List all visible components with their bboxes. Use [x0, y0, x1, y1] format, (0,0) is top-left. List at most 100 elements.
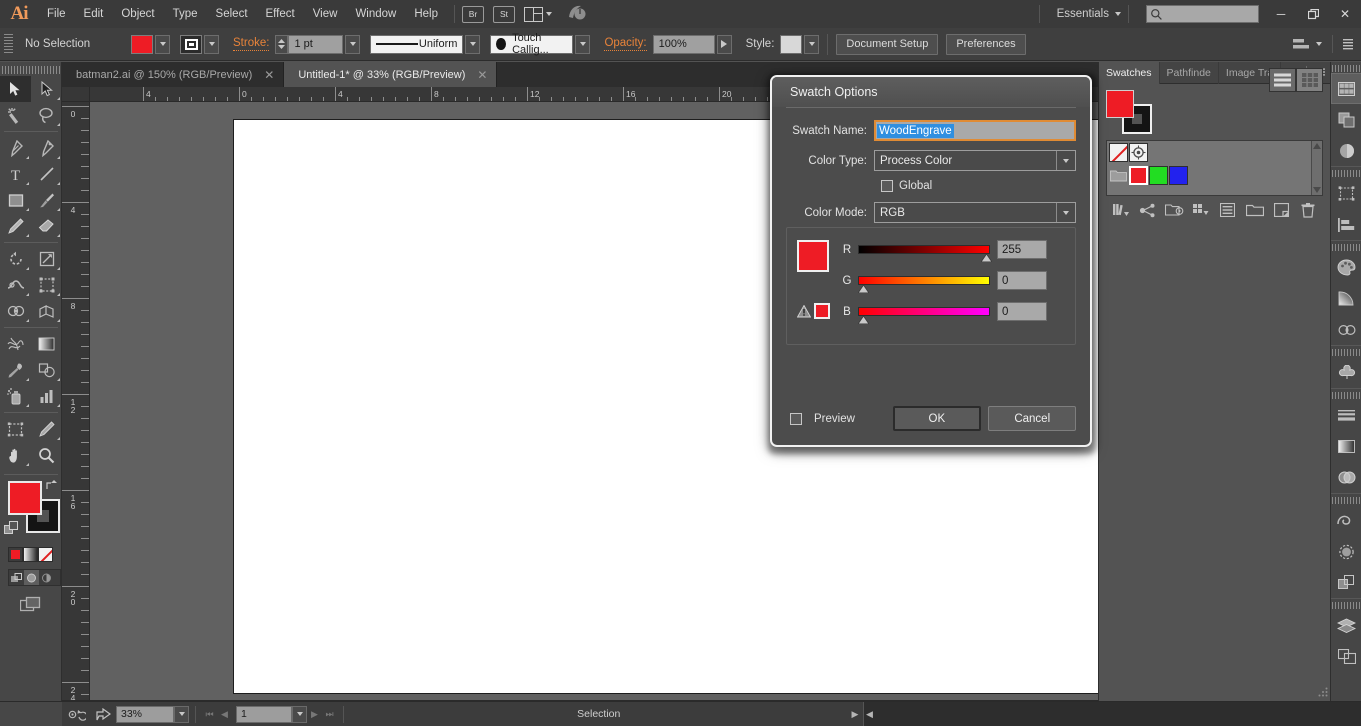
close-icon[interactable]: ✕	[264, 68, 274, 82]
global-checkbox[interactable]	[881, 180, 893, 192]
gradient-tool[interactable]	[31, 331, 62, 357]
stroke-color-button[interactable]	[180, 34, 202, 54]
eraser-tool[interactable]	[31, 213, 62, 239]
dialog-title-bar[interactable]: Swatch Options	[772, 77, 1090, 107]
delete-swatch-icon[interactable]	[1297, 201, 1319, 219]
symbol-sprayer-tool[interactable]	[0, 383, 31, 409]
draw-inside-button[interactable]	[39, 570, 54, 585]
cc-libraries-icon[interactable]	[566, 4, 588, 25]
fill-color-chevron-down-icon[interactable]	[155, 34, 170, 54]
last-artboard-button[interactable]: ⏭	[322, 709, 337, 720]
stroke-profile-chevron-down-icon[interactable]	[465, 34, 481, 54]
swatch-none[interactable]	[1109, 143, 1128, 162]
brush-selector[interactable]: Touch Callig...	[490, 32, 574, 56]
pen-tool[interactable]	[0, 135, 31, 161]
swatch-name-input[interactable]: WoodEngrave	[874, 120, 1076, 141]
image-trace-rail-icon[interactable]	[1331, 135, 1361, 166]
swatches-grid[interactable]	[1106, 140, 1323, 196]
artboard-number-input[interactable]: 1	[236, 705, 292, 723]
opacity-flyout-icon[interactable]	[716, 34, 732, 54]
eyedropper-tool[interactable]	[0, 357, 31, 383]
fill-color-swatch[interactable]	[8, 481, 42, 515]
stroke-color-chevron-down-icon[interactable]	[204, 34, 219, 54]
out-of-gamut-warning[interactable]	[797, 303, 839, 319]
type-tool[interactable]: T	[0, 161, 31, 187]
stroke-weight-label[interactable]: Stroke:	[233, 37, 270, 51]
search-input[interactable]	[1146, 5, 1259, 23]
document-tab-untitled1[interactable]: Untitled-1* @ 33% (RGB/Preview) ✕	[284, 62, 498, 87]
graphic-style-button[interactable]	[780, 34, 803, 54]
bridge-button[interactable]: Br	[462, 5, 484, 23]
slider-thumb-g[interactable]	[857, 284, 870, 294]
arrange-documents-button[interactable]	[524, 6, 552, 22]
close-icon[interactable]: ✕	[477, 68, 487, 82]
swatches-rail-icon[interactable]	[1331, 73, 1361, 104]
column-graph-tool[interactable]	[31, 383, 62, 409]
swatch-folder[interactable]	[1109, 166, 1128, 185]
align-rail-icon[interactable]	[1331, 209, 1361, 240]
workspace-selector[interactable]: Essentials	[1047, 8, 1115, 20]
swatch-registration[interactable]	[1129, 143, 1148, 162]
menu-effect[interactable]: Effect	[257, 0, 304, 28]
menu-type[interactable]: Type	[164, 0, 207, 28]
previous-artboard-button[interactable]: ◀	[217, 709, 232, 720]
show-swatch-kinds-icon[interactable]	[1190, 201, 1212, 219]
opacity-input[interactable]: 100%	[652, 34, 715, 54]
color-mode-select[interactable]: RGB	[874, 202, 1076, 223]
align-chevron-down-icon[interactable]	[1316, 42, 1322, 46]
swatch-libraries-icon[interactable]	[1110, 201, 1132, 219]
hand-tool[interactable]	[0, 442, 31, 468]
preferences-button[interactable]: Preferences	[946, 33, 1026, 55]
gradient2-rail-icon[interactable]	[1331, 431, 1361, 462]
rectangle-tool[interactable]	[0, 187, 31, 213]
zoom-chevron-down-icon[interactable]	[174, 705, 189, 723]
restore-button[interactable]	[1297, 0, 1329, 28]
dock-rail-grip-7[interactable]	[1331, 599, 1361, 610]
tools-panel-grip[interactable]	[0, 62, 61, 76]
swap-fill-stroke-icon[interactable]	[45, 479, 58, 492]
menu-help[interactable]: Help	[405, 0, 447, 28]
appearance-rail-icon[interactable]	[1331, 536, 1361, 567]
artboards-rail-icon[interactable]	[1331, 641, 1361, 672]
stroke-weight-stepper[interactable]	[275, 34, 289, 54]
panel-resize-grip[interactable]	[1318, 687, 1328, 700]
rotate-tool[interactable]	[0, 246, 31, 272]
paintbrush-tool[interactable]	[31, 187, 62, 213]
swatch-blue[interactable]	[1169, 166, 1188, 185]
free-transform-tool[interactable]	[31, 272, 62, 298]
cancel-button[interactable]: Cancel	[988, 406, 1077, 431]
none-button[interactable]	[38, 547, 53, 562]
menu-object[interactable]: Object	[112, 0, 163, 28]
shape-builder-tool[interactable]	[0, 298, 31, 324]
menu-edit[interactable]: Edit	[75, 0, 113, 28]
slider-track-b[interactable]	[857, 307, 990, 325]
vertical-ruler[interactable]: 0 4 8 12 16 20 24	[62, 102, 90, 700]
minimize-button[interactable]: ─	[1265, 0, 1297, 28]
stock-button[interactable]: St	[493, 5, 515, 23]
color-harmony-icon[interactable]	[1137, 201, 1159, 219]
gradient-rail-icon[interactable]	[1331, 283, 1361, 314]
first-artboard-button[interactable]: ⏮	[202, 709, 217, 720]
show-library-icon[interactable]	[1163, 201, 1185, 219]
align-icon[interactable]	[1293, 38, 1310, 51]
pathfinder-rail-icon[interactable]	[1331, 104, 1361, 135]
stroke-profile-selector[interactable]: Uniform	[370, 34, 464, 54]
menu-window[interactable]: Window	[346, 0, 405, 28]
swatch-red[interactable]	[1129, 166, 1148, 185]
gradient-button[interactable]	[23, 547, 38, 562]
screen-mode-toggle[interactable]	[19, 595, 42, 613]
slider-track-r[interactable]	[858, 245, 993, 263]
channel-value-r[interactable]: 255	[997, 240, 1047, 259]
swatch-options-icon[interactable]	[1217, 201, 1239, 219]
mesh-tool[interactable]	[0, 331, 31, 357]
document-tab-batman2[interactable]: batman2.ai @ 150% (RGB/Preview) ✕	[62, 62, 285, 87]
workspace-chevron-down-icon[interactable]	[1115, 12, 1121, 16]
line-segment-tool[interactable]	[31, 161, 62, 187]
slider-thumb-b[interactable]	[857, 315, 870, 325]
magic-wand-tool[interactable]	[0, 102, 31, 128]
edit-artboard-button[interactable]	[62, 702, 91, 726]
artboard-chevron-down-icon[interactable]	[292, 705, 307, 723]
zoom-tool[interactable]	[31, 442, 62, 468]
dock-rail-grip-5[interactable]	[1331, 389, 1361, 400]
dock-rail-grip-6[interactable]	[1331, 494, 1361, 505]
